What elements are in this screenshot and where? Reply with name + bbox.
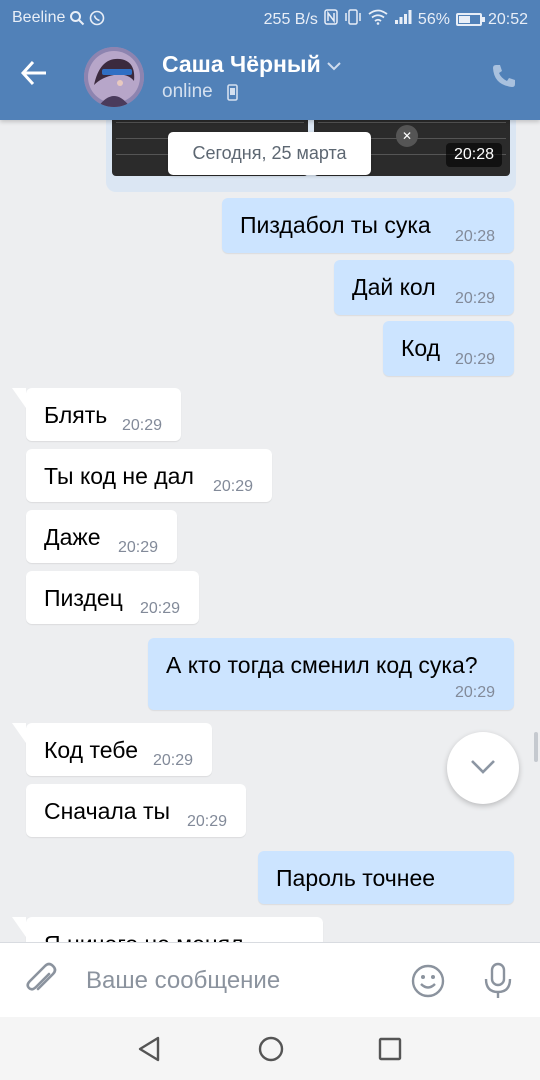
whatsapp-icon xyxy=(90,10,105,26)
date-separator: Сегодня, 25 марта xyxy=(168,132,371,175)
square-recents-icon xyxy=(378,1037,402,1061)
wifi-icon xyxy=(368,9,388,30)
bubble-tail xyxy=(12,723,26,743)
triangle-back-icon xyxy=(138,1036,160,1062)
message-bubble-outgoing[interactable]: Пароль точнее xyxy=(258,851,514,904)
message-bubble-incoming[interactable]: Сначала ты 20:29 xyxy=(26,784,246,837)
contact-name[interactable]: Саша Чёрный xyxy=(162,51,321,78)
nav-home-button[interactable] xyxy=(257,1035,285,1068)
message-text: Дай кол xyxy=(352,274,436,300)
message-text: Блять xyxy=(44,402,108,428)
nfc-icon xyxy=(324,9,338,30)
message-time: 20:29 xyxy=(455,684,496,701)
message-time: 20:28 xyxy=(455,228,496,245)
message-text: Я ничего не менял xyxy=(44,931,243,942)
nav-recents-button[interactable] xyxy=(378,1037,402,1066)
message-bubble-outgoing[interactable]: А кто тогда сменил код сука? 20:29 xyxy=(148,638,514,710)
message-time: 20:29 xyxy=(455,351,496,368)
bubble-tail xyxy=(12,917,26,937)
message-time: 20:29 xyxy=(122,417,163,434)
message-text: Код тебе xyxy=(44,737,139,763)
call-button[interactable] xyxy=(490,62,518,95)
battery-percent: 56% xyxy=(417,10,450,28)
attach-button[interactable] xyxy=(24,961,58,1004)
chevron-down-icon xyxy=(327,62,341,71)
message-list[interactable]: ✕ 20:28 Сегодня, 25 марта Пиздабол ты су… xyxy=(0,120,540,942)
message-bubble-outgoing[interactable]: Пиздабол ты сука 20:28 xyxy=(222,198,514,253)
message-time: 20:29 xyxy=(140,600,181,617)
search-icon xyxy=(70,11,85,26)
bubble-tail xyxy=(12,388,26,408)
message-bubble-incoming[interactable]: Пиздец 20:29 xyxy=(26,571,199,624)
vibrate-icon xyxy=(344,9,362,30)
message-text: Пиздабол ты сука xyxy=(240,212,431,238)
message-input[interactable] xyxy=(86,961,386,1001)
network-speed: 255 B/s xyxy=(263,10,318,28)
circle-home-icon xyxy=(258,1036,284,1062)
message-text: Ты код не дал xyxy=(44,463,194,489)
message-text: Даже xyxy=(44,524,101,550)
system-navigation-bar xyxy=(0,1017,540,1080)
message-bubble-incoming[interactable]: Ты код не дал 20:29 xyxy=(26,449,272,502)
back-arrow-icon xyxy=(20,60,46,86)
clock: 20:52 xyxy=(487,10,528,28)
back-button[interactable] xyxy=(20,60,64,100)
message-time: 20:29 xyxy=(455,290,496,307)
battery-icon xyxy=(455,13,485,26)
message-time: 20:29 xyxy=(118,539,159,556)
voice-message-button[interactable] xyxy=(483,962,513,1005)
message-bubble-incoming[interactable]: Блять 20:29 xyxy=(12,388,181,441)
call-icon xyxy=(493,65,515,87)
nav-back-button[interactable] xyxy=(136,1035,162,1068)
app-bar: Саша Чёрный online xyxy=(0,38,540,120)
message-bubble-incoming[interactable]: Я ничего не менял xyxy=(12,917,323,942)
scrollbar[interactable] xyxy=(534,732,538,762)
message-bubble-outgoing[interactable]: Дай кол 20:29 xyxy=(334,260,514,315)
message-composer xyxy=(0,942,540,1017)
message-text: Пароль точнее xyxy=(276,865,436,891)
contact-menu-toggle[interactable] xyxy=(326,58,342,76)
smiley-icon xyxy=(411,964,445,998)
message-text: Код xyxy=(401,335,441,361)
message-time: 20:29 xyxy=(187,813,228,830)
close-icon[interactable]: ✕ xyxy=(396,125,418,147)
signal-icon xyxy=(394,9,412,30)
message-time: 20:28 xyxy=(445,143,502,167)
message-text: А кто тогда сменил код сука? xyxy=(166,652,478,678)
message-bubble-incoming[interactable]: Код тебе 20:29 xyxy=(12,723,212,776)
chevron-down-icon xyxy=(471,760,495,774)
message-time: 20:29 xyxy=(213,478,254,495)
message-time: 20:29 xyxy=(153,752,194,769)
mobile-phone-icon xyxy=(227,84,238,106)
contact-status: online xyxy=(162,81,213,102)
message-text: Пиздец xyxy=(44,585,123,611)
paperclip-icon xyxy=(26,962,57,991)
message-text: Сначала ты xyxy=(44,798,171,824)
message-bubble-incoming[interactable]: Даже 20:29 xyxy=(26,510,177,563)
message-bubble-outgoing[interactable]: Код 20:29 xyxy=(383,321,514,376)
carrier-label: Beeline xyxy=(12,9,66,26)
scroll-to-bottom-button[interactable] xyxy=(447,732,519,804)
emoji-button[interactable] xyxy=(411,964,445,1003)
chat-header: Beeline 255 B/s 56% 20:52 Саша Чёрный on… xyxy=(0,0,540,120)
microphone-icon xyxy=(484,962,512,998)
status-bar: Beeline 255 B/s 56% 20:52 xyxy=(0,0,540,38)
avatar[interactable] xyxy=(84,47,144,107)
